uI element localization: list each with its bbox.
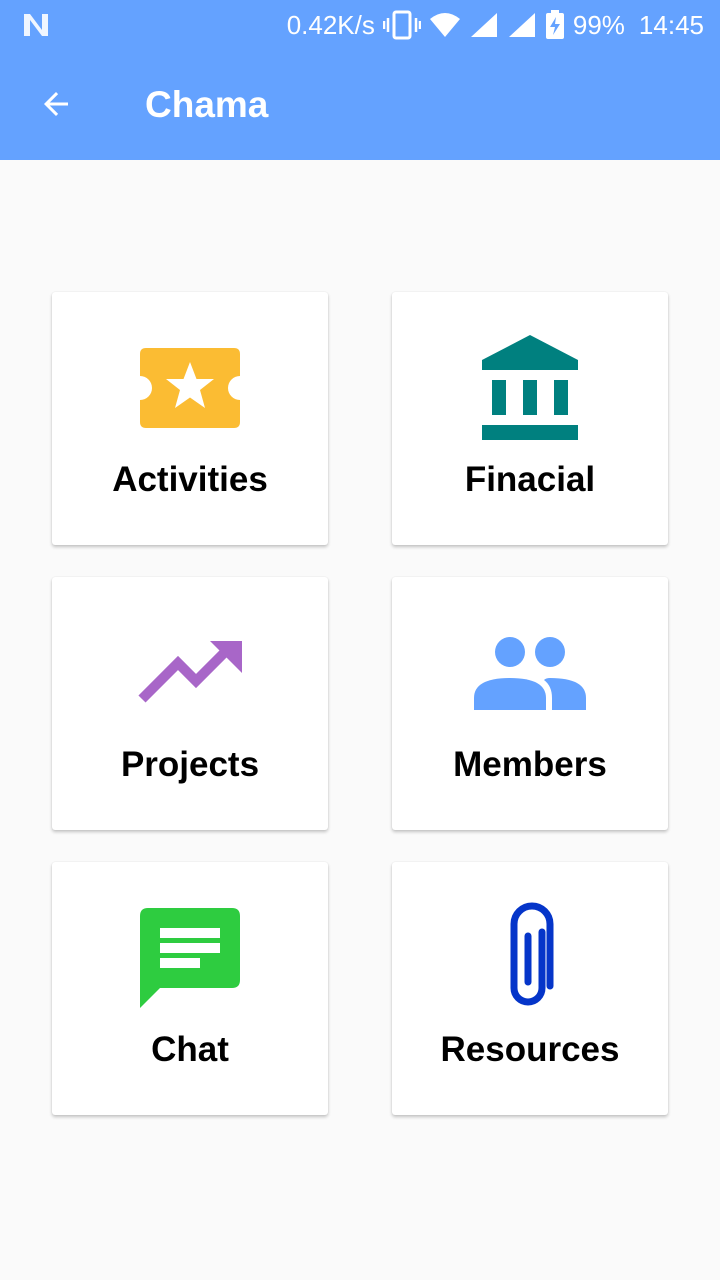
people-icon: [474, 637, 586, 710]
ticket-star-icon: [140, 348, 240, 428]
paperclip-icon: [510, 902, 554, 1006]
bank-icon: [482, 335, 578, 440]
activities-card[interactable]: Activities: [52, 292, 328, 545]
wifi-icon: [429, 13, 460, 37]
back-button[interactable]: [28, 76, 84, 132]
resources-card[interactable]: Resources: [392, 862, 668, 1115]
notification-n-icon: [24, 14, 48, 36]
battery-charging-icon: [545, 10, 564, 39]
arrow-back-icon: [44, 92, 68, 116]
financial-label: Finacial: [464, 460, 596, 499]
chat-card[interactable]: Chat: [52, 862, 328, 1115]
clock: 14:45: [638, 9, 704, 40]
signal-1-icon: [470, 13, 497, 37]
projects-label: Projects: [120, 745, 260, 784]
battery-level: 99%: [572, 9, 625, 40]
status-bar: 0.42K/s 99% 14:45: [0, 0, 720, 50]
activities-label: Activities: [112, 460, 268, 499]
app-bar: 0.42K/s 99% 14:45 Chama: [0, 0, 720, 160]
network-speed: 0.42K/s: [286, 9, 375, 40]
signal-2-icon: [508, 13, 535, 37]
financial-card[interactable]: Finacial: [392, 292, 668, 545]
trending-up-icon: [138, 641, 242, 703]
status-indicators: 0.42K/s 99% 14:45: [279, 8, 704, 42]
toolbar: Chama: [0, 50, 720, 160]
page-title: Chama: [145, 84, 269, 125]
chat-icon: [140, 908, 240, 1008]
resources-label: Resources: [440, 1030, 620, 1069]
projects-card[interactable]: Projects: [52, 577, 328, 830]
chat-label: Chat: [151, 1030, 229, 1069]
members-label: Members: [453, 745, 607, 784]
members-card[interactable]: Members: [392, 577, 668, 830]
vibrate-icon: [382, 10, 421, 40]
